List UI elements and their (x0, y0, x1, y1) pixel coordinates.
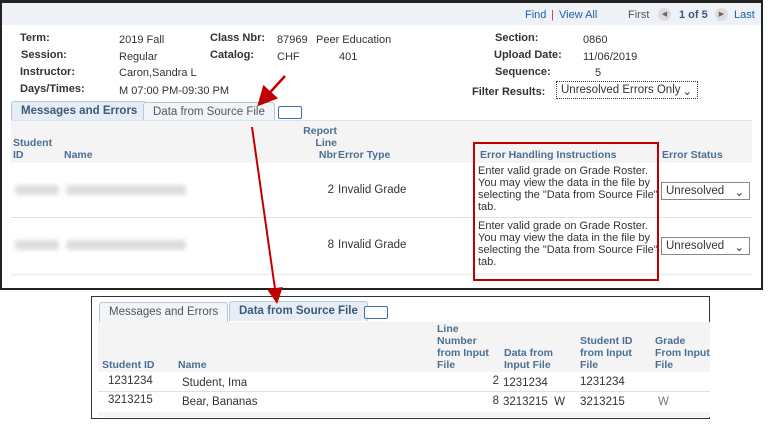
arrow-to-inset (251, 126, 283, 304)
arrow-to-tab (257, 75, 286, 107)
annotation-arrows (251, 75, 286, 304)
